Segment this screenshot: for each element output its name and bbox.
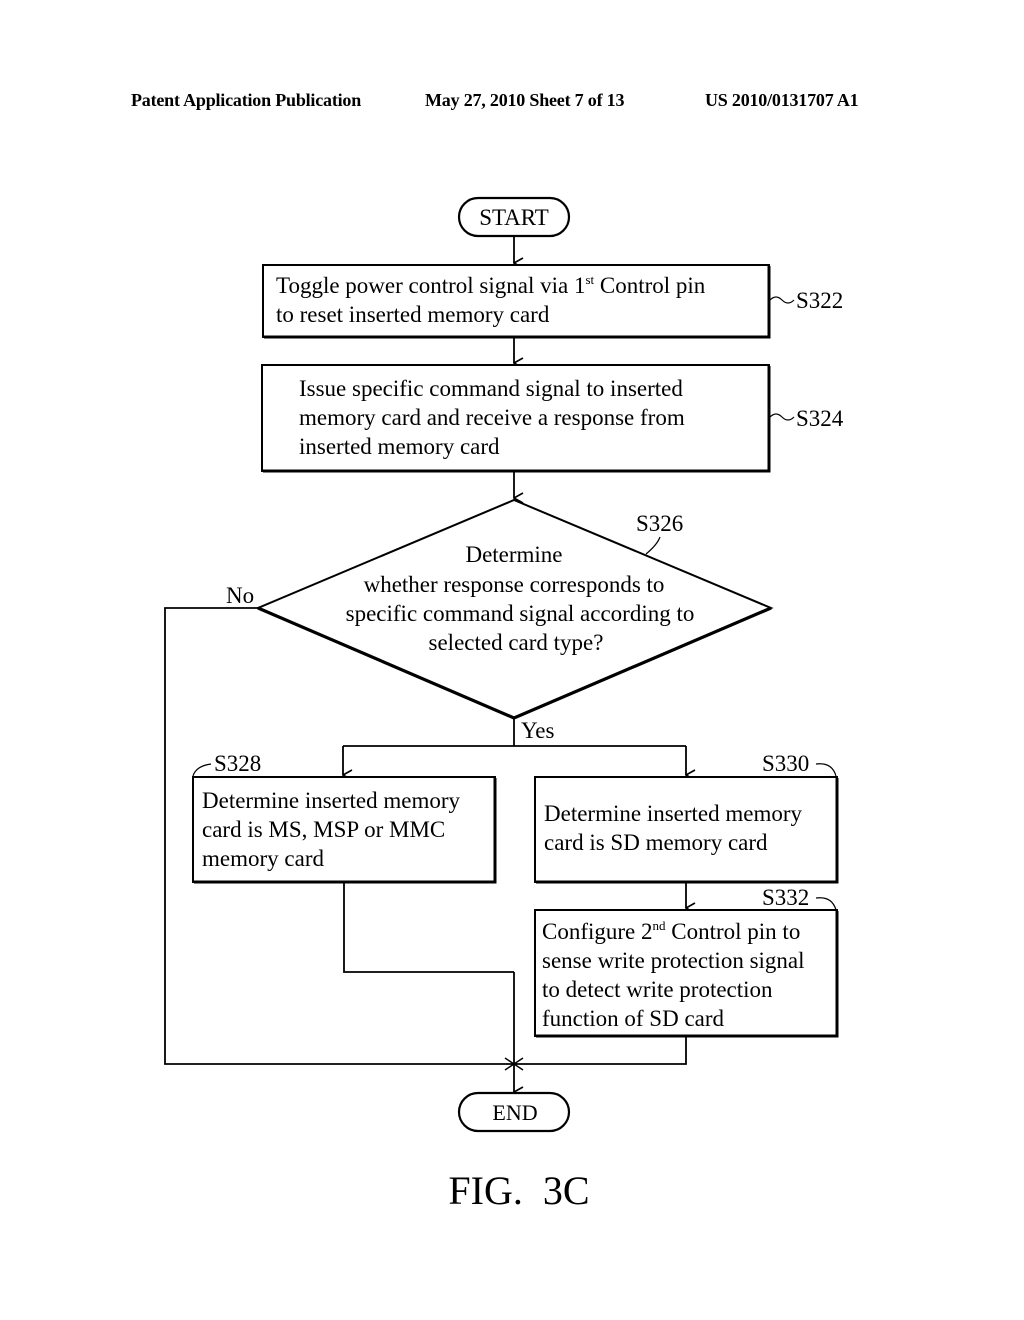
step-s330: Determine inserted memory card is SD mem… [534, 776, 839, 884]
step-s332: Configure 2nd Control pin to sense write… [534, 909, 839, 1038]
step-s326-id: S326 [636, 511, 683, 536]
s332-to-end-line [514, 1036, 687, 1065]
end-terminal: END [457, 1091, 571, 1133]
yes-branch-label: Yes [521, 718, 555, 743]
s322-leader [769, 296, 795, 304]
decision-s326-text-line3: specific command signal according to [346, 601, 695, 626]
start-terminal: START [457, 196, 571, 238]
step-s330-text-line1: Determine inserted memory [544, 801, 803, 826]
start-label: START [479, 205, 549, 230]
s324-leader [769, 413, 795, 421]
s326-leader [645, 536, 661, 555]
decision-s326-text-line1: Determine [465, 542, 562, 567]
step-s330-id: S330 [762, 751, 809, 776]
step-s332-text-line2: sense write protection signal [542, 948, 805, 973]
s332-leader [815, 897, 837, 911]
step-s332-text-line3: to detect write protection [542, 977, 773, 1002]
step-s324: Issue specific command signal to inserte… [261, 364, 771, 473]
step-s328-text-line1: Determine inserted memory [202, 788, 461, 813]
no-branch-label: No [226, 583, 254, 608]
decision-s326-text-line2: whether response corresponds to [364, 572, 665, 597]
s328-leader [192, 763, 212, 777]
step-s328: Determine inserted memory card is MS, MS… [192, 776, 497, 884]
step-s324-text-line3: inserted memory card [299, 434, 500, 459]
step-s332-text-line4: function of SD card [542, 1006, 725, 1031]
figure-label: FIG. 3C [448, 1168, 589, 1213]
step-s328-id: S328 [214, 751, 261, 776]
step-s322-text-line2: to reset inserted memory card [276, 302, 550, 327]
s330-leader [815, 763, 837, 777]
step-s330-text-line2: card is SD memory card [544, 830, 768, 855]
step-s324-id: S324 [796, 406, 844, 431]
step-s332-id: S332 [762, 885, 809, 910]
step-s328-text-line3: memory card [202, 846, 324, 871]
step-s322-id: S322 [796, 288, 843, 313]
flowchart: START Toggle power control signal via 1s… [164, 196, 844, 1213]
step-s322-text-line1: Toggle power control signal via 1st Cont… [276, 272, 706, 298]
step-s328-text-line2: card is MS, MSP or MMC [202, 817, 445, 842]
step-s324-text-line2: memory card and receive a response from [299, 405, 685, 430]
decision-s326: Determine whether response corresponds t… [255, 498, 774, 720]
step-s322: Toggle power control signal via 1st Cont… [262, 264, 771, 339]
end-label: END [492, 1100, 537, 1125]
step-s324-text-line1: Issue specific command signal to inserte… [299, 376, 683, 401]
step-s332-text-line1: Configure 2nd Control pin to [542, 918, 800, 944]
s328-to-end-line [343, 882, 514, 973]
decision-s326-text-line4: selected card type? [429, 630, 604, 655]
